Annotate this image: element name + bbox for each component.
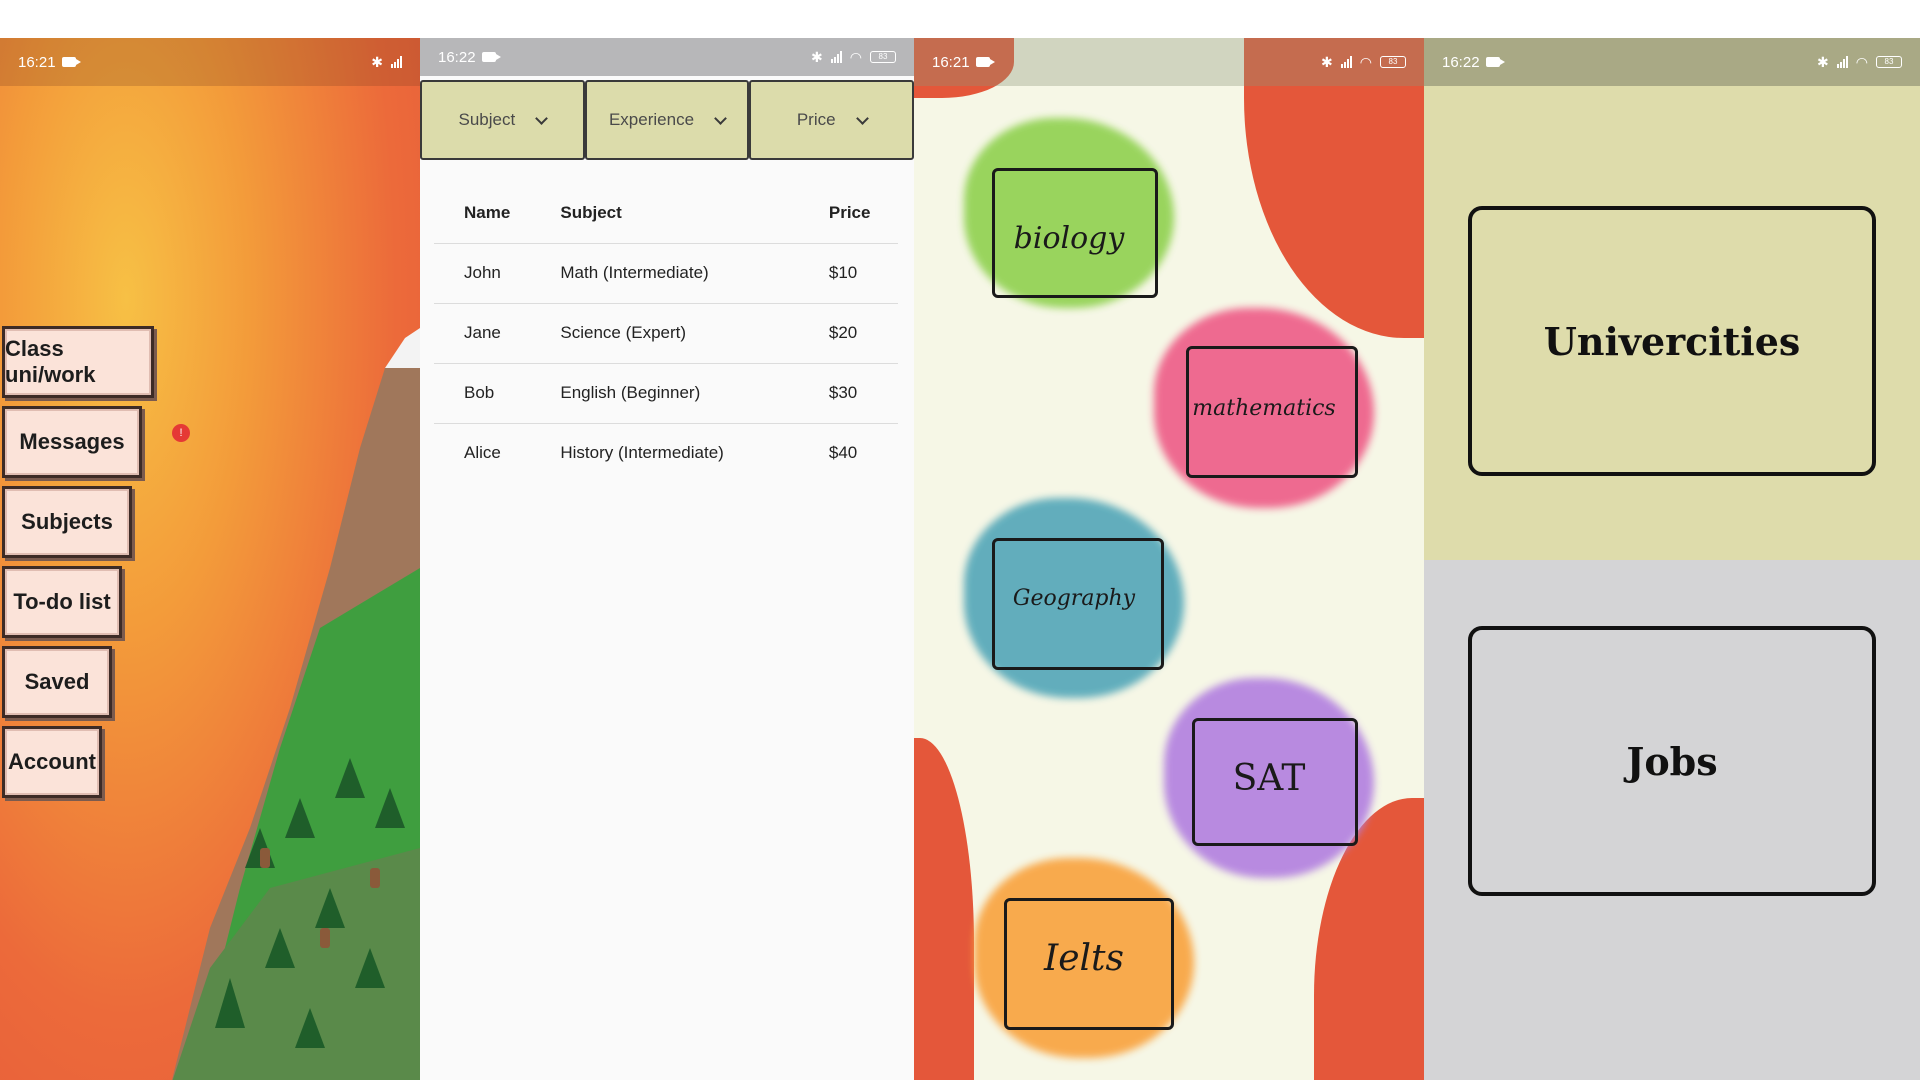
messages-notification-badge: ! — [172, 424, 190, 442]
card-label: biology — [1013, 220, 1125, 256]
price-filter-dropdown[interactable]: Price — [749, 80, 914, 160]
main-menu-screen: 16:21 ✱ Class uni/work Messages ! Subjec… — [0, 38, 420, 1080]
status-bar: 16:21 ✱ ◠ 83 — [914, 38, 1424, 86]
status-time: 16:22 — [1442, 53, 1480, 71]
chevron-down-icon — [714, 111, 727, 125]
account-button[interactable]: Account — [2, 726, 102, 798]
subjects-button[interactable]: Subjects — [2, 486, 132, 558]
battery-icon: 83 — [1380, 56, 1406, 68]
tutor-search-screen: 16:22 ✱ ◠ 83 Subject Experience Price Na… — [420, 38, 914, 1080]
class-uni-work-screen: 16:22 ✱ ◠ 83 Univercities Jobs — [1424, 38, 1920, 1080]
bluetooth-icon: ✱ — [811, 48, 823, 65]
status-bar: 16:22 ✱ ◠ 83 — [1424, 38, 1920, 86]
video-recording-icon — [481, 52, 501, 62]
universities-label: Univercities — [1543, 318, 1801, 364]
cell-price: $40 — [828, 443, 858, 463]
jobs-label: Jobs — [1626, 738, 1718, 784]
app-screenshots-collage: 16:21 ✱ Class uni/work Messages ! Subjec… — [0, 0, 1920, 1080]
wifi-icon: ◠ — [1855, 53, 1868, 70]
card-label: Geography — [1012, 585, 1136, 611]
table-row[interactable]: Alice History (Intermediate) $40 — [434, 423, 898, 483]
column-header-name: Name — [434, 183, 557, 244]
table-header-row: Name Subject Price — [434, 183, 898, 244]
chevron-down-icon — [535, 111, 549, 125]
video-recording-icon — [61, 57, 81, 67]
bluetooth-icon: ✱ — [1817, 53, 1829, 70]
status-time: 16:21 — [932, 53, 970, 71]
sat-card[interactable]: SAT — [1164, 678, 1374, 878]
video-recording-icon — [975, 57, 995, 67]
todo-list-button[interactable]: To-do list — [2, 566, 122, 638]
column-header-subject: Subject — [556, 183, 825, 244]
cell-subject: Science (Expert) — [556, 303, 825, 364]
cell-name: Jane — [434, 303, 557, 364]
cell-subject: English (Beginner) — [556, 363, 825, 424]
cell-subject: Math (Intermediate) — [556, 243, 825, 304]
cell-name: Alice — [464, 443, 501, 463]
battery-icon: 83 — [870, 51, 896, 63]
status-bar: 16:21 ✱ — [0, 38, 420, 86]
table-row[interactable]: Bob English (Beginner) $30 — [434, 363, 898, 424]
cell-price: $30 — [824, 363, 898, 424]
class-uni-work-button[interactable]: Class uni/work — [2, 326, 154, 398]
status-bar: 16:22 ✱ ◠ 83 — [420, 38, 914, 76]
saved-button[interactable]: Saved — [2, 646, 112, 718]
filter-bar: Subject Experience Price — [420, 80, 914, 160]
table-row[interactable]: John Math (Intermediate) $10 — [434, 243, 898, 304]
mountain-illustration — [172, 328, 420, 1080]
experience-filter-dropdown[interactable]: Experience — [584, 80, 750, 160]
decorative-red-edge — [914, 738, 974, 1080]
battery-icon: 83 — [1876, 56, 1902, 68]
status-time: 16:21 — [18, 53, 56, 71]
card-label: SAT — [1232, 757, 1306, 799]
subject-filter-label: Subject — [458, 110, 516, 129]
ielts-card[interactable]: Ielts — [974, 858, 1194, 1058]
status-time: 16:22 — [438, 48, 476, 66]
bluetooth-icon: ✱ — [1321, 53, 1333, 70]
geography-card[interactable]: Geography — [964, 498, 1184, 698]
bluetooth-icon: ✱ — [371, 53, 383, 70]
cell-subject: History (Intermediate) — [560, 443, 724, 463]
price-filter-label: Price — [796, 110, 836, 129]
card-label: mathematics — [1192, 395, 1336, 421]
column-header-price: Price — [824, 183, 898, 244]
subject-filter-dropdown[interactable]: Subject — [420, 80, 585, 160]
signal-icon — [1836, 56, 1848, 68]
tutors-table: Name Subject Price John Math (Intermedia… — [434, 183, 898, 483]
cell-name: Bob — [434, 363, 557, 424]
subjects-screen: 16:21 ✱ ◠ 83 biology mathematics Geograp… — [914, 38, 1424, 1080]
cell-price: $10 — [824, 243, 898, 304]
card-label: Ielts — [1044, 937, 1124, 979]
signal-icon — [830, 51, 842, 63]
cell-name: John — [434, 243, 557, 304]
jobs-button[interactable]: Jobs — [1468, 626, 1876, 896]
chevron-down-icon — [855, 111, 869, 125]
universities-button[interactable]: Univercities — [1468, 206, 1876, 476]
table-row[interactable]: Jane Science (Expert) $20 — [434, 303, 898, 364]
messages-button[interactable]: Messages — [2, 406, 142, 478]
signal-icon — [391, 56, 402, 68]
biology-card[interactable]: biology — [964, 118, 1174, 308]
signal-icon — [1340, 56, 1352, 68]
mathematics-card[interactable]: mathematics — [1154, 308, 1374, 508]
cell-price: $20 — [824, 303, 898, 364]
experience-filter-label: Experience — [608, 110, 695, 129]
video-recording-icon — [1485, 57, 1505, 67]
wifi-icon: ◠ — [1359, 53, 1372, 70]
wifi-icon: ◠ — [849, 48, 862, 65]
